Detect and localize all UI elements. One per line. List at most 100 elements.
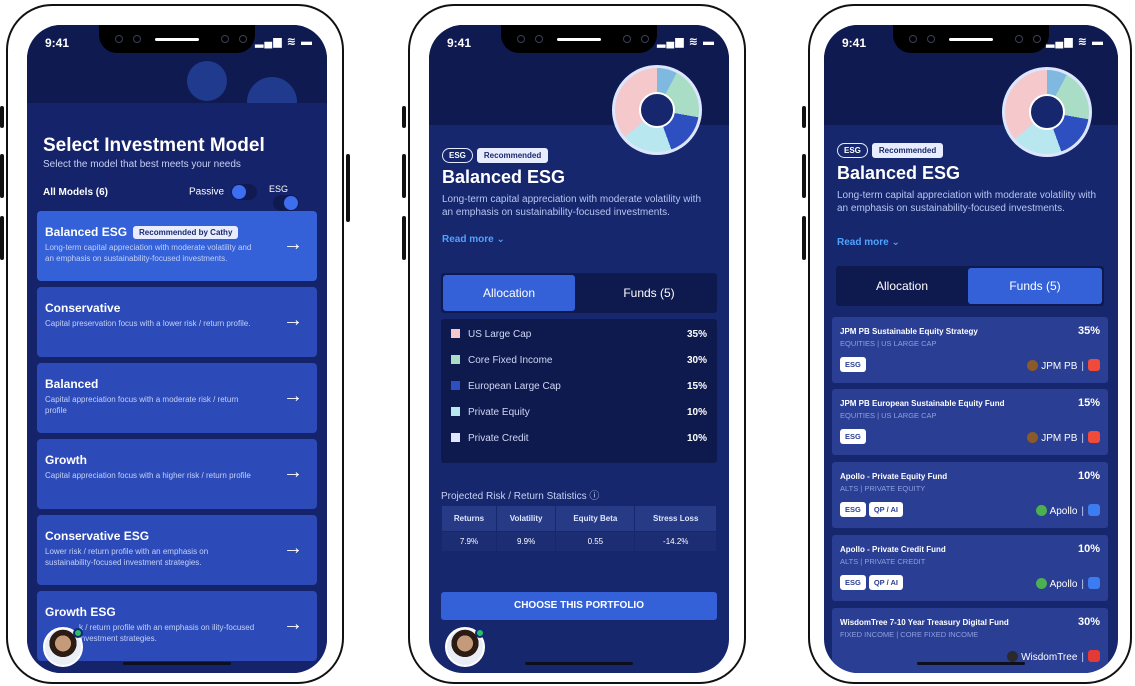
model-card-conservative-esg[interactable]: Conservative ESG Lower risk / return pro… xyxy=(37,515,317,585)
arrow-right-icon[interactable]: → xyxy=(283,309,303,332)
chip-esg: ESG xyxy=(840,575,866,590)
fund-card[interactable]: Apollo - Private Equity Fund ALTS | PRIV… xyxy=(832,462,1108,528)
tab-allocation[interactable]: Allocation xyxy=(838,268,966,304)
passive-toggle[interactable] xyxy=(230,184,257,200)
allocation-pct: 15% xyxy=(686,381,707,392)
stats-table: Returns Volatility Equity Beta Stress Lo… xyxy=(441,505,717,552)
stats-value: -14.2% xyxy=(634,531,717,552)
fund-pct: 35% xyxy=(1077,325,1100,337)
model-description: Capital preservation focus with a lower … xyxy=(45,319,251,328)
side-button xyxy=(402,154,406,198)
status-bar: 9:41 ▂▄▆ ≋ ▬ xyxy=(429,33,729,53)
swatch-us-large-cap xyxy=(451,329,460,338)
screen-funds: 9:41 ▂▄▆ ≋ ▬ ESG Recommended Balanced ESG … xyxy=(824,25,1118,673)
fund-name: Apollo - Private Credit Fund xyxy=(840,545,946,554)
status-bar: 9:41 ▂▄▆ ≋ ▬ xyxy=(27,33,327,53)
home-indicator xyxy=(123,662,231,665)
side-button xyxy=(346,154,350,222)
allocation-donut-chart xyxy=(1002,67,1092,157)
fund-pct: 15% xyxy=(1077,397,1100,409)
allocation-row: Private Equity 10% xyxy=(451,407,707,427)
all-models-label: All Models (6) xyxy=(43,187,109,198)
model-card-conservative[interactable]: Conservative Capital preservation focus … xyxy=(37,287,317,357)
fund-pct: 10% xyxy=(1077,470,1100,482)
allocation-pct: 30% xyxy=(686,355,707,366)
page-subtitle: Select the model that best meets your ne… xyxy=(43,159,241,170)
model-description: Long-term capital appreciation with mode… xyxy=(837,190,1097,214)
external-link-icon[interactable] xyxy=(1088,504,1100,516)
tab-funds[interactable]: Funds (5) xyxy=(583,275,715,311)
fund-category: EQUITIES | US LARGE CAP xyxy=(840,411,937,420)
external-link-icon[interactable] xyxy=(1088,650,1100,662)
advisor-avatar[interactable] xyxy=(43,627,83,667)
fund-card[interactable]: JPM PB Sustainable Equity Strategy EQUIT… xyxy=(832,317,1108,383)
read-more-link[interactable]: Read more ⌄ xyxy=(837,237,900,248)
model-description: Capital appreciation focus with a higher… xyxy=(45,471,251,480)
model-tags: ESG Recommended xyxy=(442,148,552,163)
fund-manager: Apollo | xyxy=(1035,504,1100,517)
fund-category: EQUITIES | US LARGE CAP xyxy=(840,339,937,348)
jpm-logo-icon xyxy=(1027,432,1039,443)
chip-esg: ESG xyxy=(840,429,866,444)
allocation-donut-chart xyxy=(612,65,702,155)
allocation-label: Core Fixed Income xyxy=(468,355,553,366)
arrow-right-icon[interactable]: → xyxy=(283,537,303,560)
arrow-right-icon[interactable]: → xyxy=(283,385,303,408)
manager-name: JPM PB xyxy=(1041,361,1078,372)
phone-frame-funds: 9:41 ▂▄▆ ≋ ▬ ESG Recommended Balanced ESG … xyxy=(802,4,1132,684)
external-link-icon[interactable] xyxy=(1088,359,1100,371)
screen-allocation: 9:41 ▂▄▆ ≋ ▬ ESG Recommended Balanced ESG … xyxy=(429,25,729,673)
home-indicator xyxy=(525,662,633,665)
online-status-icon xyxy=(475,628,485,638)
model-card-growth[interactable]: Growth Capital appreciation focus with a… xyxy=(37,439,317,509)
status-time: 9:41 xyxy=(447,36,472,50)
tab-allocation[interactable]: Allocation xyxy=(443,275,575,311)
side-button xyxy=(402,216,406,260)
signal-wifi-battery-icon: ▂▄▆ ≋ ▬ xyxy=(1045,36,1104,48)
passive-toggle-group: Passive xyxy=(189,184,257,200)
esg-tag: ESG xyxy=(837,143,868,158)
choose-portfolio-button[interactable]: CHOOSE THIS PORTFOLIO xyxy=(441,592,717,620)
model-card-balanced-esg[interactable]: Balanced ESG Recommended by Cathy Long-te… xyxy=(37,211,317,281)
model-name: Balanced xyxy=(45,377,99,391)
apollo-logo-icon xyxy=(1035,578,1047,589)
recommended-badge: Recommended by Cathy xyxy=(133,226,239,239)
arrow-right-icon[interactable]: → xyxy=(283,233,303,256)
status-bar: 9:41 ▂▄▆ ≋ ▬ xyxy=(824,33,1118,53)
arrow-right-icon[interactable]: → xyxy=(283,461,303,484)
fund-name: Apollo - Private Equity Fund xyxy=(840,472,948,481)
fund-card[interactable]: Apollo - Private Credit Fund ALTS | PRIV… xyxy=(832,535,1108,601)
status-time: 9:41 xyxy=(842,36,867,50)
fund-name: JPM PB European Sustainable Equity Fund xyxy=(840,399,1005,408)
fund-category: FIXED INCOME | CORE FIXED INCOME xyxy=(840,630,979,639)
read-more-link[interactable]: Read more ⌄ xyxy=(442,234,505,245)
fund-manager: JPM PB | xyxy=(1027,359,1100,372)
projected-stats-title: Projected Risk / Return Statistics ⓘ xyxy=(441,491,600,502)
tab-bar: Allocation Funds (5) xyxy=(441,273,717,313)
allocation-label: Private Equity xyxy=(468,407,530,418)
model-card-balanced[interactable]: Balanced Capital appreciation focus with… xyxy=(37,363,317,433)
swatch-european-large-cap xyxy=(451,381,460,390)
external-link-icon[interactable] xyxy=(1088,577,1100,589)
stats-header: Stress Loss xyxy=(634,505,717,532)
allocation-label: European Large Cap xyxy=(468,381,561,392)
external-link-icon[interactable] xyxy=(1088,431,1100,443)
recommended-tag: Recommended xyxy=(476,148,549,163)
apollo-logo-icon xyxy=(1035,505,1047,516)
model-description: Long-term capital appreciation with mode… xyxy=(442,194,702,218)
allocation-label: US Large Cap xyxy=(468,329,532,340)
model-description: Lower risk / return profile with an emph… xyxy=(45,547,209,567)
chip-esg: ESG xyxy=(840,502,866,517)
passive-label: Passive xyxy=(189,186,225,198)
stats-header-row: Returns Volatility Equity Beta Stress Lo… xyxy=(441,505,717,532)
advisor-avatar[interactable] xyxy=(445,627,485,667)
model-name: Conservative ESG xyxy=(45,529,150,543)
stats-header: Equity Beta xyxy=(555,505,636,532)
esg-toggle[interactable] xyxy=(273,195,299,211)
side-button xyxy=(0,216,4,260)
manager-name: WisdomTree xyxy=(1021,652,1078,663)
fund-category: ALTS | PRIVATE EQUITY xyxy=(840,484,926,493)
tab-funds[interactable]: Funds (5) xyxy=(968,268,1102,304)
arrow-right-icon[interactable]: → xyxy=(283,613,303,636)
fund-card[interactable]: JPM PB European Sustainable Equity Fund … xyxy=(832,389,1108,455)
